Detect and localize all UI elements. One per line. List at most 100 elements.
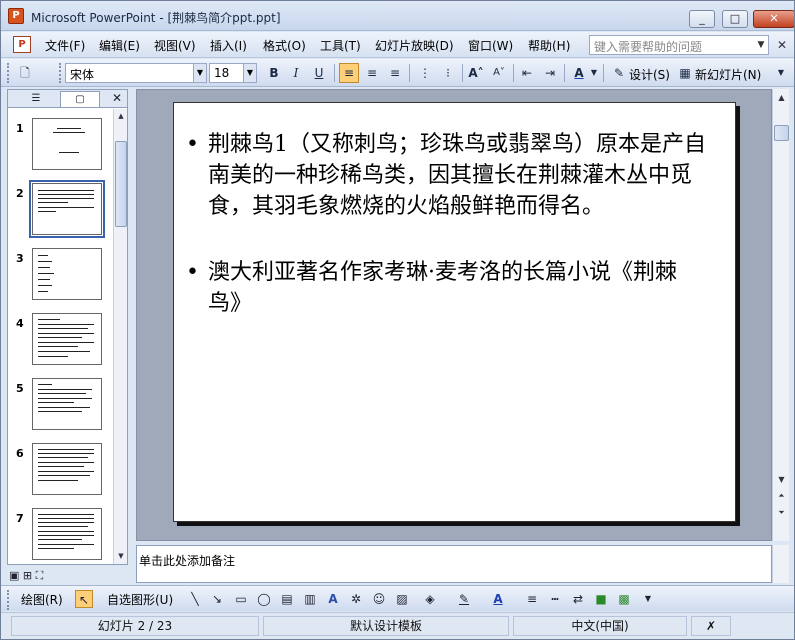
menu-edit[interactable]: 编辑(E) xyxy=(99,37,140,54)
maximize-button[interactable]: □ xyxy=(722,10,748,28)
scroll-down-icon[interactable]: ▼ xyxy=(114,549,128,563)
menu-file[interactable]: 文件(F) xyxy=(45,37,85,54)
font-color-icon[interactable]: A xyxy=(569,63,589,83)
help-search-input[interactable]: 键入需要帮助的问题 xyxy=(589,35,769,55)
font-size-select[interactable]: 18 ▼ xyxy=(209,63,257,83)
tab-slides[interactable]: ▢ xyxy=(60,91,100,107)
new-slide-button[interactable]: 新幻灯片(N) xyxy=(695,66,761,83)
decrease-indent-icon[interactable]: ⇤ xyxy=(517,63,537,83)
bullet-text: 澳大利亚著名作家考琳·麦考洛的长篇小说《荆棘鸟》 xyxy=(208,260,677,316)
diagram-icon[interactable]: ✲ xyxy=(347,590,365,608)
menu-help[interactable]: 帮助(H) xyxy=(528,37,570,54)
toolbar-grip[interactable] xyxy=(59,63,62,83)
slide-bullet-2[interactable]: • 澳大利亚著名作家考琳·麦考洛的长篇小说《荆棘鸟》 xyxy=(186,257,708,319)
increase-font-icon[interactable]: A˄ xyxy=(466,63,486,83)
tab-outline[interactable]: ☰ xyxy=(16,91,56,107)
scroll-up-icon[interactable]: ▲ xyxy=(773,89,790,106)
fill-color-icon[interactable]: ◈ xyxy=(421,590,439,608)
italic-button[interactable]: I xyxy=(286,63,306,83)
menu-slideshow[interactable]: 幻灯片放映(D) xyxy=(375,37,454,54)
scroll-down-icon[interactable]: ▼ xyxy=(773,471,790,488)
clipart-icon[interactable]: ☺ xyxy=(370,590,388,608)
bullets-icon[interactable]: ⁝ xyxy=(438,63,458,83)
scrollbar-thumb[interactable] xyxy=(115,141,127,227)
next-slide-icon[interactable]: ⏷ xyxy=(773,504,790,521)
autoshapes-button[interactable]: 自选图形(U) xyxy=(107,591,173,608)
slide-sorter-icon[interactable]: ⊞ xyxy=(23,569,32,582)
line-color-icon[interactable]: ✎ xyxy=(455,590,473,608)
menu-view[interactable]: 视图(V) xyxy=(154,37,196,54)
bold-button[interactable]: B xyxy=(264,63,284,83)
chevron-down-icon[interactable]: ▼ xyxy=(243,64,256,82)
increase-indent-icon[interactable]: ⇥ xyxy=(540,63,560,83)
view-buttons: ▣ ⊞ ⛶ xyxy=(9,569,59,583)
slide[interactable]: • 荆棘鸟1（又称刺鸟；珍珠鸟或翡翠鸟）原本是产自南美的一种珍稀鸟类，因其擅长在… xyxy=(173,102,736,522)
align-left-icon[interactable]: ≡ xyxy=(339,63,359,83)
close-window-button[interactable]: ✕ xyxy=(753,10,794,28)
toolbar-grip[interactable] xyxy=(7,590,10,610)
line-style-icon[interactable]: ≡ xyxy=(523,590,541,608)
previous-slide-icon[interactable]: ⏶ xyxy=(773,487,790,504)
shadow-style-icon[interactable]: ■ xyxy=(592,590,610,608)
slide-thumbnail[interactable] xyxy=(32,118,102,170)
slide-bullet-1[interactable]: • 荆棘鸟1（又称刺鸟；珍珠鸟或翡翠鸟）原本是产自南美的一种珍稀鸟类，因其擅长在… xyxy=(186,129,708,222)
close-document-button[interactable]: ✕ xyxy=(777,38,787,52)
3d-style-icon[interactable]: ▩ xyxy=(615,590,633,608)
toolbar-grip[interactable] xyxy=(7,63,10,83)
underline-button[interactable]: U xyxy=(309,63,329,83)
slide-thumbnail[interactable] xyxy=(32,443,102,495)
slide-thumbnail-selected[interactable] xyxy=(29,180,105,238)
arrow-icon[interactable]: ↘ xyxy=(208,590,226,608)
textbox-icon[interactable]: ▤ xyxy=(278,590,296,608)
draw-menu-button[interactable]: 绘图(R) xyxy=(21,591,63,608)
numbering-icon[interactable]: ⋮ xyxy=(415,63,435,83)
select-pointer-icon[interactable]: ↖ xyxy=(75,590,93,608)
scrollbar-thumb[interactable] xyxy=(774,125,789,141)
menu-window[interactable]: 窗口(W) xyxy=(468,37,513,54)
vertical-textbox-icon[interactable]: ▥ xyxy=(301,590,319,608)
minimize-button[interactable]: _ xyxy=(689,10,715,28)
slideshow-view-icon[interactable]: ⛶ xyxy=(36,569,44,582)
toolbar-options-icon[interactable]: ▼ xyxy=(771,63,791,83)
notes-scrollbar[interactable] xyxy=(772,545,789,583)
slide-thumbnail[interactable] xyxy=(32,378,102,430)
design-button[interactable]: 设计(S) xyxy=(629,66,670,83)
document-icon[interactable]: P xyxy=(13,36,31,53)
menu-tools[interactable]: 工具(T) xyxy=(320,37,361,54)
align-right-icon[interactable]: ≡ xyxy=(385,63,405,83)
new-document-icon[interactable]: 🗋 xyxy=(15,63,35,83)
scroll-up-icon[interactable]: ▲ xyxy=(114,109,128,123)
thumbnails-scrollbar[interactable]: ▲ ▼ xyxy=(113,109,127,564)
spelling-check-icon[interactable]: ✗ xyxy=(691,616,731,636)
slide-thumbnail[interactable] xyxy=(32,248,102,300)
picture-icon[interactable]: ▨ xyxy=(393,590,411,608)
design-template-status[interactable]: 默认设计模板 xyxy=(263,616,509,636)
toolbar-separator xyxy=(334,64,335,82)
oval-icon[interactable]: ◯ xyxy=(255,590,273,608)
slide-thumbnail[interactable] xyxy=(32,508,102,560)
design-icon[interactable]: ✎ xyxy=(609,63,629,83)
toolbar-separator xyxy=(564,64,565,82)
menu-format[interactable]: 格式(O) xyxy=(263,37,306,54)
chevron-down-icon[interactable]: ▼ xyxy=(193,64,206,82)
font-color-icon[interactable]: A xyxy=(489,590,507,608)
close-panel-button[interactable]: ✕ xyxy=(112,91,122,105)
dash-style-icon[interactable]: ┅ xyxy=(546,590,564,608)
arrow-style-icon[interactable]: ⇄ xyxy=(569,590,587,608)
wordart-icon[interactable]: A xyxy=(324,590,342,608)
new-slide-icon[interactable]: ▦ xyxy=(675,63,695,83)
decrease-font-icon[interactable]: A˅ xyxy=(489,63,509,83)
rectangle-icon[interactable]: ▭ xyxy=(232,590,250,608)
slide-thumbnail[interactable] xyxy=(32,313,102,365)
chevron-down-icon[interactable]: ▼ xyxy=(589,63,599,83)
font-name-select[interactable]: 宋体 ▼ xyxy=(65,63,207,83)
normal-view-icon[interactable]: ▣ xyxy=(9,569,19,582)
align-center-icon[interactable]: ≡ xyxy=(362,63,382,83)
slide-scrollbar[interactable]: ▲ ▼ ⏶ ⏷ xyxy=(772,89,789,541)
menu-insert[interactable]: 插入(I) xyxy=(210,37,247,54)
chevron-down-icon[interactable]: ▼ xyxy=(753,35,769,55)
line-icon[interactable]: ╲ xyxy=(186,590,204,608)
notes-pane[interactable]: 单击此处添加备注 xyxy=(136,545,772,583)
toolbar-options-icon[interactable]: ▼ xyxy=(639,590,657,608)
powerpoint-app-icon[interactable]: P xyxy=(8,8,24,24)
